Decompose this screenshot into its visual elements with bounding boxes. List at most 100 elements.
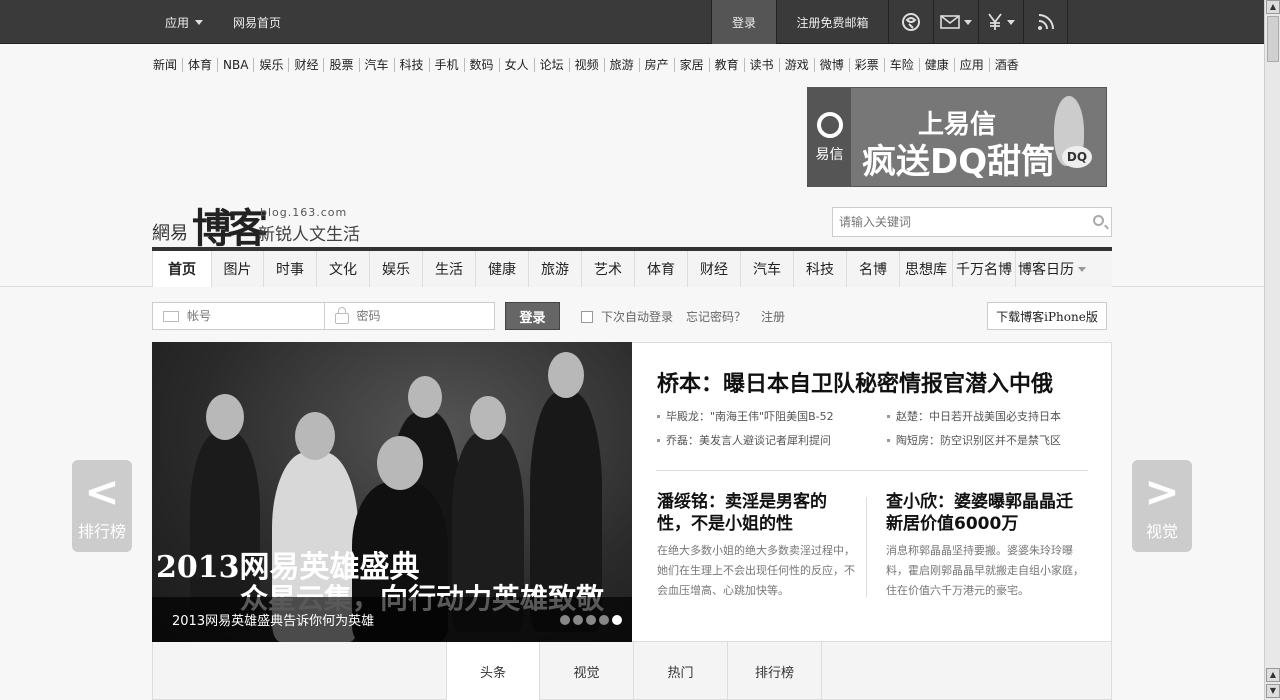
nav-item[interactable]: 时事	[264, 251, 317, 287]
chevron-down-icon	[195, 19, 204, 25]
search-input[interactable]	[833, 208, 1073, 236]
netease-home-link[interactable]: 网易首页	[233, 14, 281, 31]
channel-link[interactable]: 酒香	[988, 58, 1024, 72]
slide-dot[interactable]	[586, 615, 596, 625]
channel-link[interactable]: 健康	[918, 58, 954, 72]
register-mail-link[interactable]: 注册免费邮箱	[776, 0, 888, 44]
register-link[interactable]: 注册	[761, 308, 785, 325]
scrollbar[interactable]: ▲ ▲ ▼	[1264, 0, 1280, 700]
person-head	[408, 376, 442, 418]
nav-item[interactable]: 思想库	[900, 251, 953, 287]
remember-checkbox[interactable]	[581, 310, 593, 323]
channel-link[interactable]: 车险	[883, 58, 919, 72]
nav-item[interactable]: 健康	[476, 251, 529, 287]
channel-link[interactable]: 科技	[393, 58, 429, 72]
chevron-down-icon	[964, 19, 972, 25]
channel-links: 新闻 体育 NBA 娱乐 财经 股票 汽车 科技 手机 数码 女人 论坛 视频 旅游 房产 家居 教育 读书 游戏微…	[148, 58, 1024, 72]
headline-link[interactable]: 赵楚：中日若开战美国必支持日本	[887, 408, 1061, 424]
yixin-button[interactable]	[888, 0, 933, 44]
download-iphone-button[interactable]: 下载博客iPhone版	[987, 302, 1107, 330]
slideshow[interactable]: 2013网易英雄盛典 众星云集，向行动力英雄致敬 2013网易英雄盛典告诉你何为…	[152, 342, 632, 642]
person-head	[295, 412, 335, 460]
slide-dot[interactable]	[560, 615, 570, 625]
story-title[interactable]: 潘绥铭：卖淫是男客的性，不是小姐的性	[657, 491, 857, 535]
password-input[interactable]	[356, 309, 477, 323]
channel-link[interactable]: 论坛	[533, 58, 569, 72]
scroll-up-icon[interactable]: ▲	[1266, 668, 1280, 682]
channel-link[interactable]: 视频	[568, 58, 604, 72]
nav-item-label: 文化	[329, 262, 357, 278]
channel-link[interactable]: 股票	[323, 58, 358, 72]
blog-slogan: 新锐人文生活	[258, 225, 360, 245]
yixin-ad-banner[interactable]: 易信 上易信 疯送DQ甜筒 DQ	[807, 87, 1107, 187]
channel-link[interactable]: 汽车	[358, 58, 394, 72]
nav-item[interactable]: 名博	[847, 251, 900, 287]
channel-link[interactable]: 微博	[813, 58, 849, 72]
channel-link[interactable]: 游戏	[778, 58, 814, 72]
forgot-password-link[interactable]: 忘记密码？	[686, 308, 746, 325]
channel-link[interactable]: NBA	[217, 58, 253, 72]
channel-link[interactable]: 彩票	[848, 58, 884, 72]
slide-dots	[560, 615, 622, 625]
nav-item[interactable]: 艺术	[582, 251, 635, 287]
channel-link[interactable]: 女人	[498, 58, 534, 72]
slide-dot[interactable]	[573, 615, 583, 625]
account-input[interactable]	[187, 309, 307, 323]
channel-link[interactable]: 读书	[743, 58, 779, 72]
nav-item[interactable]: 生活	[423, 251, 476, 287]
pay-menu[interactable]	[978, 0, 1023, 44]
search-icon[interactable]	[1093, 215, 1104, 226]
scroll-down-icon[interactable]: ▼	[1266, 684, 1280, 698]
channel-link[interactable]: 体育	[182, 58, 217, 72]
headline-link[interactable]: 乔磊：美发言人避谈记者犀利提问	[657, 432, 831, 448]
nav-item[interactable]: 娱乐	[370, 251, 423, 287]
channel-link[interactable]: 财经	[288, 58, 323, 72]
nav-item[interactable]: 首页	[152, 251, 212, 287]
chevron-down-icon	[1078, 266, 1086, 272]
top-headline[interactable]: 桥本：曝日本自卫队秘密情报官潜入中俄	[657, 366, 1053, 398]
remember-me[interactable]: 下次自动登录	[581, 308, 673, 325]
channel-link[interactable]: 家居	[673, 58, 709, 72]
headline-link[interactable]: 毕殿龙："南海王伟"吓阻美国B-52	[657, 408, 834, 424]
content-tab[interactable]: 排行榜	[728, 642, 822, 700]
prev-ranking-button[interactable]: < 排行榜	[72, 460, 132, 552]
slide-caption[interactable]: 2013网易英雄盛典告诉你何为英雄	[172, 610, 374, 629]
channel-link[interactable]: 手机	[428, 58, 464, 72]
slide-dot[interactable]	[612, 615, 622, 625]
next-visual-button[interactable]: > 视觉	[1132, 460, 1192, 552]
nav-item-label: 体育	[647, 262, 675, 278]
nav-item-label: 首页	[168, 262, 196, 278]
nav-item[interactable]: 科技	[794, 251, 847, 287]
content-tab[interactable]: 视觉	[540, 642, 634, 700]
content-tab[interactable]: 头条	[446, 642, 540, 700]
nav-item[interactable]: 旅游	[529, 251, 582, 287]
top-login-button[interactable]: 登录	[711, 0, 776, 44]
nav-item[interactable]: 文化	[317, 251, 370, 287]
channel-link[interactable]: 应用	[953, 58, 989, 72]
channel-link[interactable]: 新闻	[148, 58, 182, 72]
mail-menu[interactable]	[933, 0, 978, 44]
nav-item[interactable]: 博客日历	[1016, 251, 1088, 287]
nav-item[interactable]: 图片	[212, 251, 264, 287]
blog-logo-text[interactable]: 博客	[192, 196, 268, 254]
slide-dot[interactable]	[599, 615, 609, 625]
channel-link[interactable]: 数码	[463, 58, 499, 72]
scrollbar-thumb[interactable]	[1267, 16, 1279, 62]
channel-link[interactable]: 娱乐	[253, 58, 288, 72]
nav-item[interactable]: 千万名博	[953, 251, 1016, 287]
top-bar-right: 登录 注册免费邮箱	[711, 0, 1068, 44]
nav-item[interactable]: 汽车	[741, 251, 794, 287]
content-tabs: 头条 视觉 热门 排行榜	[446, 642, 822, 700]
channel-link[interactable]: 教育	[708, 58, 744, 72]
nav-item[interactable]: 体育	[635, 251, 688, 287]
scroll-up-icon[interactable]: ▲	[1266, 0, 1280, 14]
login-button[interactable]: 登录	[505, 302, 560, 330]
channel-link[interactable]: 旅游	[603, 58, 639, 72]
apps-menu[interactable]: 应用	[165, 14, 204, 31]
headline-link[interactable]: 陶短房：防空识别区并不是禁飞区	[887, 432, 1061, 448]
rss-button[interactable]	[1023, 0, 1068, 44]
channel-link[interactable]: 房产	[638, 58, 674, 72]
story-title[interactable]: 查小欣：婆婆曝郭晶晶迁新居价值6000万	[886, 491, 1086, 535]
content-tab[interactable]: 热门	[634, 642, 728, 700]
nav-item[interactable]: 财经	[688, 251, 741, 287]
